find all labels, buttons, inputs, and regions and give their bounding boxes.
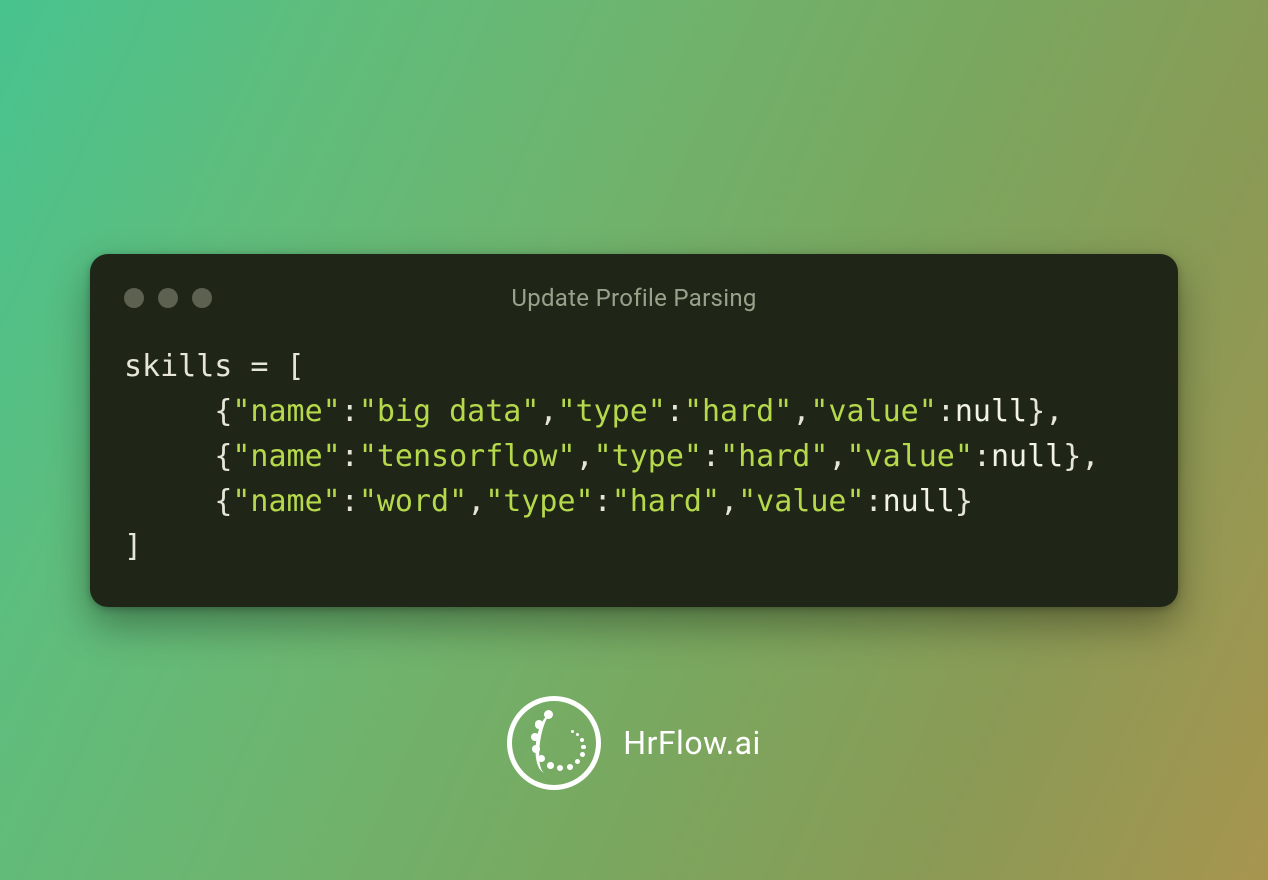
brand-logo-icon (507, 696, 601, 790)
window-control-dot (158, 288, 178, 308)
window-title-bar: Update Profile Parsing (124, 282, 1144, 314)
window-control-dot (192, 288, 212, 308)
brand: HrFlow.ai (0, 696, 1268, 790)
window-control-dot (124, 288, 144, 308)
window-title: Update Profile Parsing (124, 284, 1144, 312)
code-block: skills = [ {"name":"big data","type":"ha… (124, 344, 1144, 569)
window-controls (124, 288, 212, 308)
code-window: Update Profile Parsing skills = [ {"name… (90, 254, 1178, 607)
brand-name: HrFlow.ai (623, 724, 761, 762)
